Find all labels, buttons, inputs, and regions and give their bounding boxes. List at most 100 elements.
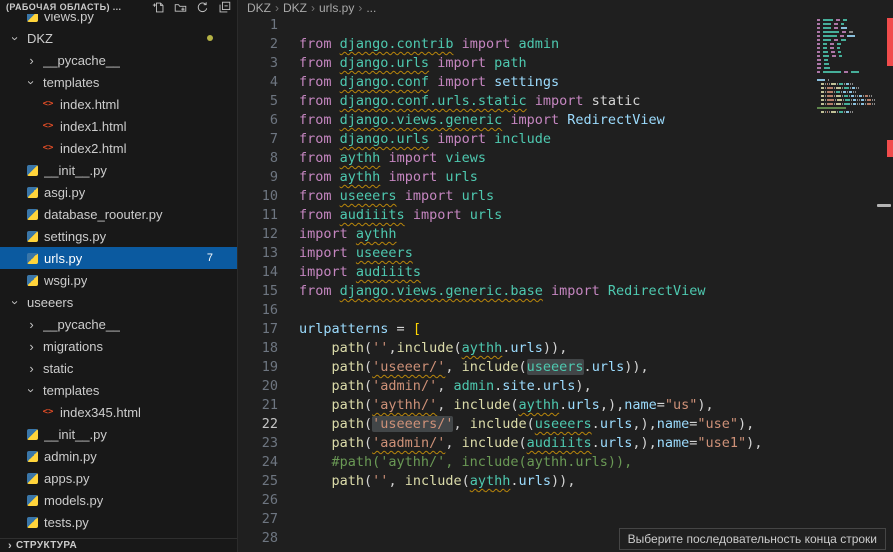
workspace-title: (РАБОЧАЯ ОБЛАСТЬ) ...	[6, 2, 152, 12]
code-line[interactable]: 2from django.contrib import admin	[238, 35, 893, 54]
code-line[interactable]: 13import useeers	[238, 244, 893, 263]
code-line[interactable]: 9from aythh import urls	[238, 168, 893, 187]
code-line[interactable]: 11from audiiits import urls	[238, 206, 893, 225]
tree-item-label: index.html	[60, 97, 119, 112]
code-line[interactable]: 4from django.conf import settings	[238, 73, 893, 92]
tree-item-label: urls.py	[44, 251, 82, 266]
tree-folder-templates[interactable]: ›templates	[0, 71, 237, 93]
tree-file-settings-py[interactable]: settings.py	[0, 225, 237, 247]
tree-file-init-py[interactable]: __init__.py	[0, 159, 237, 181]
tree-item-label: templates	[43, 75, 99, 90]
tree-file-tests-py[interactable]: tests.py	[0, 511, 237, 533]
overview-ruler-error-mark	[887, 140, 893, 157]
line-text: from django.conf import settings	[278, 73, 559, 92]
tree-file-init-py[interactable]: __init__.py	[0, 423, 237, 445]
code-line[interactable]: 8from aythh import views	[238, 149, 893, 168]
code-line[interactable]: 16	[238, 301, 893, 320]
tree-item-label: database_roouter.py	[44, 207, 163, 222]
folder-chevron-icon: ›	[24, 383, 39, 398]
code-line[interactable]: 20 path('admin/', admin.site.urls),	[238, 377, 893, 396]
tree-file-asgi-py[interactable]: asgi.py	[0, 181, 237, 203]
code-line[interactable]: 3from django.urls import path	[238, 54, 893, 73]
breadcrumb-item[interactable]: ...	[366, 1, 376, 15]
code-line[interactable]: 10from useeers import urls	[238, 187, 893, 206]
code-line[interactable]: 6from django.views.generic import Redire…	[238, 111, 893, 130]
tree-file-index-html[interactable]: <> index.html	[0, 93, 237, 115]
breadcrumb: DKZ›DKZ›urls.py›...	[238, 0, 893, 16]
tree-file-index1-html[interactable]: <>index1.html	[0, 115, 237, 137]
code-line[interactable]: 22 path('useeers/', include(useeers.urls…	[238, 415, 893, 434]
code-area[interactable]: 12from django.contrib import admin3from …	[238, 16, 893, 548]
line-text: import aythh	[278, 225, 397, 244]
minimap[interactable]	[817, 14, 881, 126]
code-line[interactable]: 17urlpatterns = [	[238, 320, 893, 339]
vscode-window: (РАБОЧАЯ ОБЛАСТЬ) ... views.py›DKZ›__pyc…	[0, 0, 893, 552]
code-line[interactable]: 18 path('',include(aythh.urls)),	[238, 339, 893, 358]
tree-folder-pycache[interactable]: ›__pycache__	[0, 313, 237, 335]
code-line[interactable]: 23 path('aadmin/', include(audiiits.urls…	[238, 434, 893, 453]
line-number: 20	[238, 377, 278, 396]
code-line[interactable]: 7from django.urls import include	[238, 130, 893, 149]
breadcrumb-separator: ›	[311, 1, 315, 15]
refresh-icon[interactable]	[196, 1, 209, 14]
line-number: 27	[238, 510, 278, 529]
code-line[interactable]: 25 path('', include(aythh.urls)),	[238, 472, 893, 491]
code-line[interactable]: 26	[238, 491, 893, 510]
collapse-all-icon[interactable]	[218, 1, 231, 14]
explorer-sidebar: (РАБОЧАЯ ОБЛАСТЬ) ... views.py›DKZ›__pyc…	[0, 0, 238, 552]
line-text: urlpatterns = [	[278, 320, 421, 339]
scrollbar-handle[interactable]	[877, 204, 891, 207]
tree-item-label: settings.py	[44, 229, 106, 244]
eol-tooltip: Выберите последовательность конца строки	[619, 528, 886, 550]
tree-file-models-py[interactable]: models.py	[0, 489, 237, 511]
tree-file-urls-py[interactable]: urls.py7	[0, 247, 237, 269]
line-number: 26	[238, 491, 278, 510]
tree-folder-migrations[interactable]: ›migrations	[0, 335, 237, 357]
tree-folder-dkz[interactable]: ›DKZ	[0, 27, 237, 49]
new-folder-icon[interactable]	[174, 1, 187, 14]
html-file-icon: <>	[40, 99, 56, 109]
code-line[interactable]: 24 #path('aythh/', include(aythh.urls)),	[238, 453, 893, 472]
tree-file-admin-py[interactable]: admin.py	[0, 445, 237, 467]
tree-file-apps-py[interactable]: apps.py	[0, 467, 237, 489]
line-text	[278, 301, 299, 320]
tree-item-label: asgi.py	[44, 185, 85, 200]
code-line[interactable]: 5from django.conf.urls.static import sta…	[238, 92, 893, 111]
tree-item-label: index2.html	[60, 141, 126, 156]
code-line[interactable]: 27	[238, 510, 893, 529]
breadcrumb-item[interactable]: DKZ	[247, 1, 271, 15]
tree-item-label: templates	[43, 383, 99, 398]
python-file-icon	[24, 517, 40, 528]
new-file-icon[interactable]	[152, 1, 165, 14]
line-number: 6	[238, 111, 278, 130]
code-line[interactable]: 15from django.views.generic.base import …	[238, 282, 893, 301]
tree-item-label: useeers	[27, 295, 73, 310]
outline-section-label: СТРУКТУРА	[16, 540, 77, 551]
line-number: 1	[238, 16, 278, 35]
tree-file-database-roouter-py[interactable]: database_roouter.py	[0, 203, 237, 225]
code-line[interactable]: 1	[238, 16, 893, 35]
code-line[interactable]: 12import aythh	[238, 225, 893, 244]
tree-folder-static[interactable]: ›static	[0, 357, 237, 379]
tree-file-wsgi-py[interactable]: wsgi.py	[0, 269, 237, 291]
line-number: 12	[238, 225, 278, 244]
tree-item-label: wsgi.py	[44, 273, 87, 288]
code-line[interactable]: 14import audiiits	[238, 263, 893, 282]
tree-folder-useeers[interactable]: ›useeers	[0, 291, 237, 313]
line-text: from django.views.generic import Redirec…	[278, 111, 665, 130]
outline-section-header[interactable]: › СТРУКТУРА	[0, 538, 237, 552]
code-line[interactable]: 19 path('useeer/', include(useeers.urls)…	[238, 358, 893, 377]
tree-folder-pycache[interactable]: ›__pycache__	[0, 49, 237, 71]
python-file-icon	[24, 187, 40, 198]
tree-file-index345-html[interactable]: <>index345.html	[0, 401, 237, 423]
tree-file-index2-html[interactable]: <>index2.html	[0, 137, 237, 159]
code-line[interactable]: 21 path('aythh/', include(aythh.urls,),n…	[238, 396, 893, 415]
tree-item-label: __pycache__	[43, 317, 120, 332]
tree-folder-templates[interactable]: › templates	[0, 379, 237, 401]
breadcrumb-item[interactable]: urls.py	[319, 1, 354, 15]
line-number: 25	[238, 472, 278, 491]
line-text: from useeers import urls	[278, 187, 494, 206]
breadcrumb-item[interactable]: DKZ	[283, 1, 307, 15]
tree-item-label: static	[43, 361, 73, 376]
line-number: 9	[238, 168, 278, 187]
